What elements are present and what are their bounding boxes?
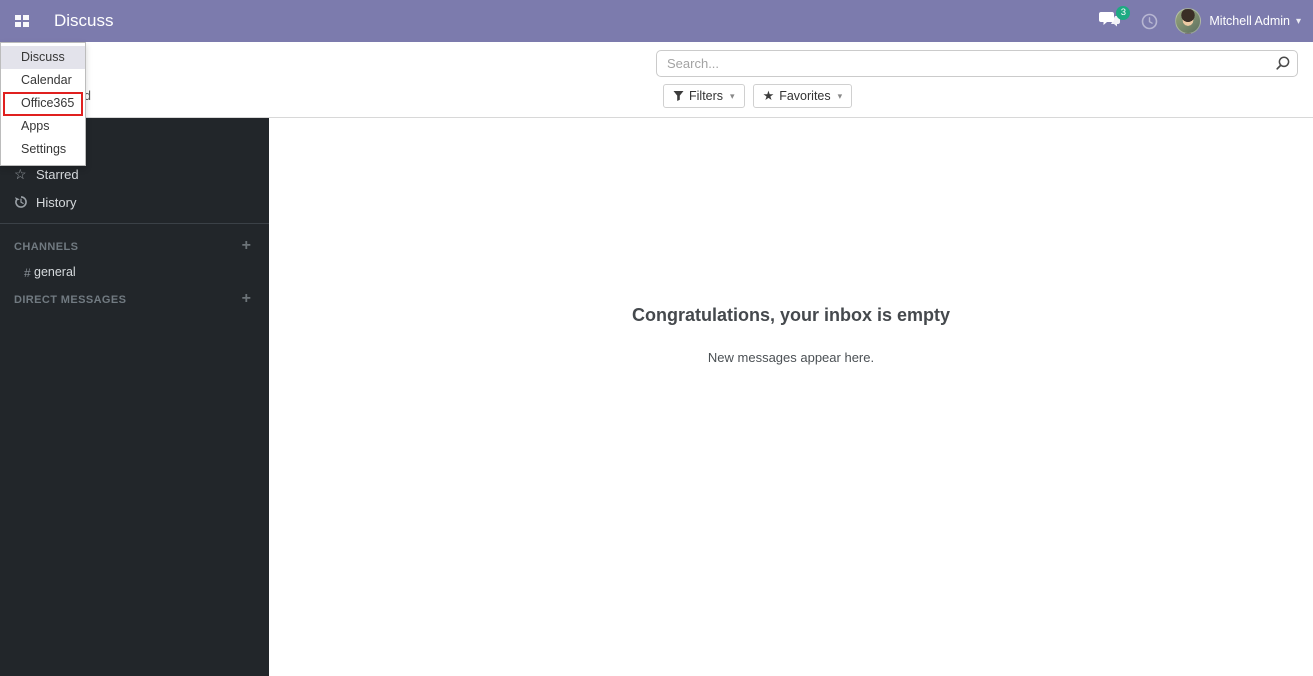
search-filter-buttons: Filters ▾ ★ Favorites ▾ — [663, 84, 853, 108]
apps-grid-icon — [15, 15, 29, 27]
discuss-app-page: Discuss 3 Mitchell Admin ▾ d Search... F… — [0, 0, 1313, 676]
unread-count-badge: 3 — [1116, 6, 1131, 20]
empty-inbox-subtitle: New messages appear here. — [707, 350, 875, 365]
add-channel-button[interactable]: + — [242, 237, 251, 255]
chevron-down-icon: ▾ — [1295, 15, 1301, 27]
sidebar-item-label: History — [36, 194, 77, 210]
avatar — [1175, 8, 1202, 34]
apps-menu-item-calendar[interactable]: Calendar — [1, 69, 85, 92]
filters-button-label: Filters — [689, 89, 724, 103]
apps-menu-toggle[interactable] — [9, 8, 35, 34]
activity-clock-icon[interactable] — [1141, 13, 1158, 30]
messaging-menu-button[interactable]: 3 — [1098, 6, 1131, 33]
channel-item-general[interactable]: # general — [0, 264, 269, 284]
top-navbar: Discuss 3 Mitchell Admin ▾ — [0, 0, 1313, 42]
empty-inbox-title: Congratulations, your inbox is empty — [631, 305, 951, 325]
empty-inbox-state: Congratulations, your inbox is empty New… — [269, 305, 1313, 365]
search-icon[interactable] — [1274, 55, 1291, 72]
favorites-button-label: Favorites — [779, 89, 831, 103]
user-name: Mitchell Admin — [1209, 14, 1290, 28]
apps-menu-item-office365[interactable]: Office365 — [1, 92, 85, 115]
favorites-button[interactable]: ★ Favorites ▾ — [752, 84, 853, 108]
star-icon: ★ — [762, 88, 775, 103]
add-direct-message-button[interactable]: + — [242, 290, 251, 308]
hash-icon: # — [24, 266, 31, 280]
apps-menu-item-settings[interactable]: Settings — [1, 138, 85, 161]
apps-dropdown-menu: Discuss Calendar Office365 Apps Settings — [0, 42, 86, 166]
filter-funnel-icon — [673, 91, 684, 101]
star-icon: ☆ — [14, 165, 27, 182]
direct-messages-section-header: DIRECT MESSAGES + — [0, 290, 269, 310]
control-panel: d Filters ▾ ★ Favorites ▾ — [0, 42, 1313, 118]
apps-menu-item-apps[interactable]: Apps — [1, 115, 85, 138]
app-title: Discuss — [54, 11, 114, 30]
search-input[interactable] — [656, 50, 1298, 77]
sidebar-divider — [0, 223, 269, 224]
chevron-down-icon: ▾ — [730, 90, 735, 101]
sidebar-item-history[interactable]: History — [0, 190, 269, 214]
sidebar-item-label: Starred — [36, 166, 79, 182]
main-content: Congratulations, your inbox is empty New… — [269, 118, 1313, 676]
topbar-systray: 3 Mitchell Admin ▾ — [1098, 0, 1301, 42]
search-box — [656, 50, 1298, 77]
user-menu[interactable]: Mitchell Admin ▾ — [1175, 8, 1301, 34]
discuss-sidebar: ☆ Starred History CHANNELS + # general D… — [0, 118, 269, 676]
channel-name: general — [34, 265, 76, 279]
direct-messages-section-title: DIRECT MESSAGES — [14, 294, 127, 306]
history-icon — [14, 195, 36, 209]
channels-section-title: CHANNELS — [14, 241, 79, 253]
apps-menu-item-discuss[interactable]: Discuss — [1, 46, 85, 69]
chevron-down-icon: ▾ — [837, 90, 843, 101]
channels-section-header: CHANNELS + — [0, 237, 269, 257]
filters-button[interactable]: Filters ▾ — [663, 84, 745, 108]
